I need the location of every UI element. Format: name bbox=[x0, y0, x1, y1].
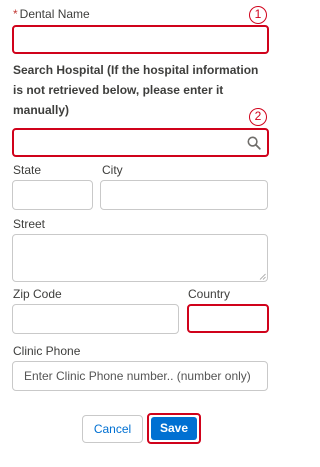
zip-code-label: Zip Code bbox=[13, 287, 62, 301]
cancel-button[interactable]: Cancel bbox=[82, 415, 143, 443]
hospital-search-instruction: Search Hospital (If the hospital informa… bbox=[13, 63, 259, 117]
dental-name-label-text: Dental Name bbox=[19, 7, 90, 21]
state-input[interactable] bbox=[12, 180, 93, 210]
hospital-search-input[interactable] bbox=[12, 128, 269, 157]
required-mark: * bbox=[13, 7, 18, 21]
city-input[interactable] bbox=[100, 180, 268, 210]
dental-name-label: * Dental Name bbox=[13, 7, 90, 21]
save-button-highlight[interactable]: Save bbox=[147, 413, 201, 444]
resize-handle-icon[interactable] bbox=[259, 273, 266, 280]
street-label: Street bbox=[13, 217, 46, 231]
country-input[interactable] bbox=[187, 304, 269, 333]
street-textarea[interactable] bbox=[12, 234, 268, 282]
clinic-phone-label: Clinic Phone bbox=[13, 344, 81, 358]
city-label: City bbox=[102, 163, 123, 177]
clinic-phone-placeholder: Enter Clinic Phone number.. (number only… bbox=[24, 369, 251, 383]
annotation-marker-2: 2 bbox=[249, 108, 267, 126]
annotation-marker-1: 1 bbox=[249, 6, 267, 24]
search-icon[interactable] bbox=[247, 136, 261, 150]
save-button[interactable]: Save bbox=[151, 417, 197, 440]
zip-code-input[interactable] bbox=[12, 304, 179, 334]
clinic-phone-input[interactable]: Enter Clinic Phone number.. (number only… bbox=[12, 361, 268, 391]
dental-name-input[interactable] bbox=[12, 25, 269, 54]
country-label: Country bbox=[188, 287, 231, 301]
state-label: State bbox=[13, 163, 42, 177]
